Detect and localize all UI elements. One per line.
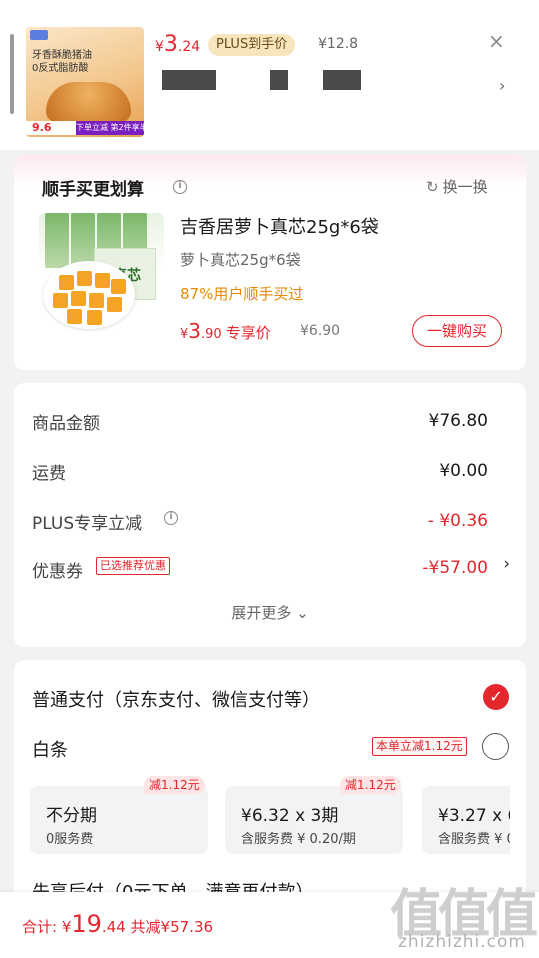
coupon-value[interactable]: -¥57.00 [422, 558, 488, 578]
food-piece [77, 271, 92, 286]
addon-original-price: ¥6.90 [300, 323, 341, 339]
redacted-block [270, 70, 288, 90]
payment-option-baitiao[interactable]: 白条 [32, 736, 68, 762]
plan-discount-badge: 减1.12元 [340, 776, 401, 794]
redacted-block [162, 70, 216, 90]
product-header: 牙香酥脆猪油0反式脂肪酸 9.6 下单立减 第2件享半价 ¥3.24 PLUS到… [0, 0, 539, 150]
food-piece [53, 293, 68, 308]
food-piece [59, 275, 74, 290]
chevron-right-icon[interactable]: › [499, 76, 505, 95]
goods-amount-label: 商品金额 [32, 414, 100, 434]
one-click-buy-button[interactable]: 一键购买 [412, 315, 502, 347]
food-piece [95, 273, 110, 288]
addon-recommendation-card: 顺手买更划算 i ↻换一换 卜真芯 吉香居萝卜真芯25g*6袋 萝卜真芯25g*… [14, 155, 526, 370]
goods-amount-value: ¥76.80 [428, 411, 488, 431]
addon-product-spec: 萝卜真芯25g*6袋 [180, 251, 301, 269]
original-price: ¥12.8 [318, 36, 359, 52]
watermark-url: zhizhizhi.com [398, 932, 526, 952]
installment-plan[interactable]: 不分期 0服务费 [30, 786, 208, 854]
info-icon[interactable]: i [173, 180, 187, 194]
food-piece [107, 297, 122, 312]
payment-option-normal[interactable]: 普通支付（京东支付、微信支付等） [32, 686, 320, 712]
addon-product-name[interactable]: 吉香居萝卜真芯25g*6袋 [180, 213, 379, 239]
croissant-image [46, 82, 131, 122]
cost-summary-card: 商品金额 ¥76.80 运费 ¥0.00 PLUS专享立减 i - ¥0.36 … [14, 383, 526, 647]
checkout-sheet: 牙香酥脆猪油0反式脂肪酸 9.6 下单立减 第2件享半价 ¥3.24 PLUS到… [0, 0, 539, 958]
food-piece [71, 291, 86, 306]
plan-title: 不分期 [46, 806, 97, 826]
plus-price-badge: PLUS到手价 [208, 34, 296, 56]
pack-image [45, 213, 69, 268]
thumb-price-tag: 9.6 [26, 121, 76, 135]
addon-product-image[interactable]: 卜真芯 [39, 213, 164, 333]
food-piece [89, 293, 104, 308]
addon-title: 顺手买更划算 [42, 180, 144, 200]
pack-image [71, 213, 95, 268]
order-total: 合计: ¥19.44 共减¥57.36 [22, 910, 214, 938]
coupon-recommended-badge: 已选推荐优惠 [96, 557, 170, 575]
plan-title: ¥6.32 x 3期 [241, 806, 339, 826]
plan-fee: 含服务费 ¥ 0.20/期 [241, 832, 356, 847]
brand-logo [30, 30, 48, 40]
installment-plans: 不分期 0服务费 ¥6.32 x 3期 含服务费 ¥ 0.20/期 ¥3.27 … [30, 784, 510, 856]
shipping-label: 运费 [32, 464, 66, 484]
food-piece [111, 279, 126, 294]
addon-purchase-rate: 87%用户顺手买过 [180, 285, 304, 303]
food-piece [67, 309, 82, 324]
redacted-block [323, 70, 361, 90]
installment-plan[interactable]: ¥6.32 x 3期 含服务费 ¥ 0.20/期 [225, 786, 403, 854]
radio-unchecked-icon[interactable] [482, 733, 509, 760]
plan-title: ¥3.27 x 6期 [438, 806, 510, 826]
scroll-indicator [10, 34, 14, 114]
plus-discount-label: PLUS专享立减 [32, 514, 143, 534]
shipping-value: ¥0.00 [439, 461, 488, 481]
info-icon[interactable]: i [164, 511, 178, 525]
close-icon[interactable]: × [488, 29, 505, 53]
plan-discount-badge: 减1.12元 [144, 776, 205, 794]
refresh-icon: ↻ [426, 178, 439, 196]
food-piece [87, 310, 102, 325]
chevron-right-icon[interactable]: › [503, 554, 510, 574]
radio-checked-icon[interactable]: ✓ [483, 684, 509, 710]
swap-button[interactable]: ↻ 换一换 [426, 176, 488, 197]
product-thumbnail[interactable]: 牙香酥脆猪油0反式脂肪酸 9.6 下单立减 第2件享半价 [26, 27, 144, 137]
addon-price: ¥3.90 专享价 [180, 319, 271, 343]
coupon-label: 优惠券 [32, 562, 83, 582]
thumb-promo-tag: 下单立减 第2件享半价 [76, 121, 144, 135]
plus-discount-value: - ¥0.36 [427, 511, 488, 531]
thumb-caption: 牙香酥脆猪油 0反式脂肪酸 [32, 50, 92, 74]
expand-more-button[interactable]: 展开更多 ⌄ [14, 602, 526, 623]
installment-plan[interactable]: ¥3.27 x 6期 含服务费 ¥ 0. [422, 786, 510, 854]
plan-fee: 含服务费 ¥ 0. [438, 832, 510, 847]
plan-fee: 0服务费 [46, 832, 94, 847]
current-price: ¥3.24 [155, 32, 201, 57]
baitiao-discount-badge: 本单立减1.12元 [372, 737, 467, 756]
